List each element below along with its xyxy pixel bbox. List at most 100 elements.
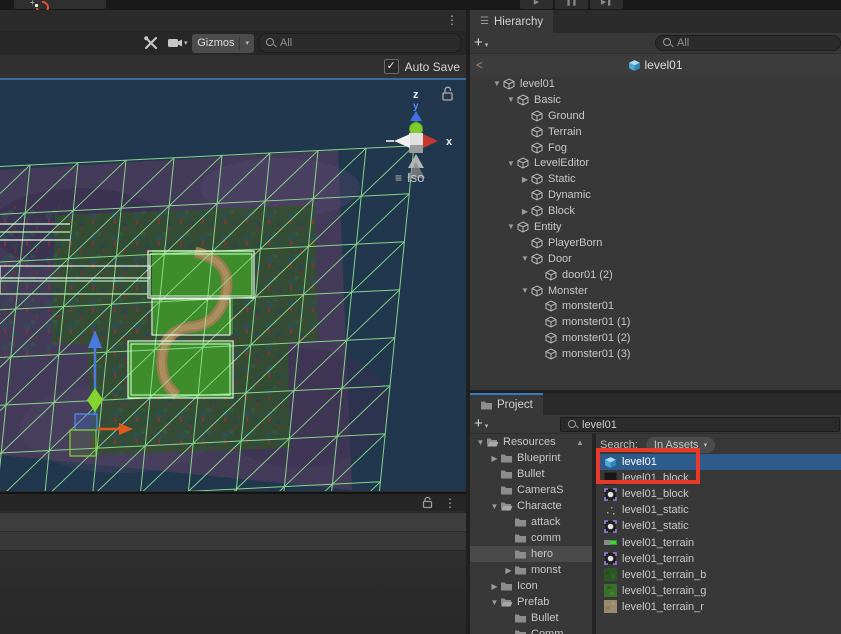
hierarchy-item-door01-2[interactable]: door01 (2) bbox=[470, 267, 841, 283]
step-button[interactable]: ▶❚ bbox=[590, 0, 623, 9]
hierarchy-item-terrain[interactable]: Terrain bbox=[470, 124, 841, 140]
foldout-expanded-icon[interactable]: ▼ bbox=[475, 438, 486, 447]
project-folder-comm[interactable]: Comm bbox=[470, 626, 592, 634]
folder-icon bbox=[514, 548, 528, 560]
folder-label: Bullet bbox=[531, 612, 559, 624]
tab-hierarchy[interactable]: ☰ Hierarchy bbox=[470, 10, 553, 33]
scene-viewport[interactable]: z y x bbox=[0, 78, 466, 491]
project-folder-bullet[interactable]: Bullet bbox=[470, 466, 592, 482]
foldout-collapsed-icon[interactable]: ▶ bbox=[489, 582, 500, 591]
axis-cone-left[interactable] bbox=[394, 134, 410, 148]
hierarchy-item-monster01-2[interactable]: monster01 (2) bbox=[470, 330, 841, 346]
scene-search-field[interactable] bbox=[258, 33, 462, 53]
foldout-expanded-icon[interactable]: ▼ bbox=[519, 254, 531, 263]
camera-view-button[interactable]: ▾ bbox=[166, 34, 188, 52]
hierarchy-item-static[interactable]: ▶Static bbox=[470, 171, 841, 187]
create-menu-button[interactable]: + ▾ bbox=[474, 36, 488, 50]
hierarchy-item-entity[interactable]: ▼Entity bbox=[470, 219, 841, 235]
foldout-expanded-icon[interactable]: ▼ bbox=[505, 159, 517, 168]
axis-cone-x[interactable] bbox=[423, 134, 438, 148]
project-folder-characte[interactable]: ▼Characte bbox=[470, 498, 592, 514]
foldout-expanded-icon[interactable]: ▼ bbox=[505, 222, 517, 231]
asset-result-level01-static[interactable]: level01_static bbox=[596, 518, 841, 534]
play-button[interactable]: ▶ bbox=[520, 0, 553, 9]
hierarchy-item-door[interactable]: ▼Door bbox=[470, 251, 841, 267]
version-control-button[interactable]: + bbox=[14, 0, 106, 9]
asset-result-level01-terrain-r[interactable]: level01_terrain_r bbox=[596, 599, 841, 615]
hierarchy-item-level01[interactable]: ▼level01 bbox=[470, 76, 841, 92]
project-folder-icon[interactable]: ▶Icon bbox=[470, 578, 592, 594]
asset-result-level01-terrain-b[interactable]: level01_terrain_b bbox=[596, 567, 841, 583]
foldout-expanded-icon[interactable]: ▼ bbox=[489, 502, 500, 511]
panel-menu-icon[interactable]: ⋮ bbox=[446, 14, 458, 26]
project-folder-bullet[interactable]: Bullet bbox=[470, 610, 592, 626]
hierarchy-item-fog[interactable]: Fog bbox=[470, 140, 841, 156]
texture-tan-icon bbox=[604, 600, 619, 613]
project-folder-hero[interactable]: hero bbox=[470, 546, 592, 562]
foldout-collapsed-icon[interactable]: ▶ bbox=[489, 454, 500, 463]
pause-button[interactable]: ❚❚ bbox=[555, 0, 588, 9]
scene-render: z y x bbox=[0, 78, 466, 491]
iso-projection-toggle[interactable]: ≡ Iso bbox=[395, 170, 424, 185]
scroll-up-icon[interactable]: ▲ bbox=[576, 438, 584, 447]
project-search-input[interactable] bbox=[582, 419, 832, 431]
project-folder-blueprint[interactable]: ▶Blueprint bbox=[470, 450, 592, 466]
unlock-icon[interactable] bbox=[422, 496, 434, 509]
foldout-expanded-icon[interactable]: ▼ bbox=[519, 286, 531, 295]
asset-label: level01_terrain bbox=[622, 537, 694, 549]
foldout-collapsed-icon[interactable]: ▶ bbox=[519, 175, 531, 184]
auto-save-checkbox[interactable]: ✓ bbox=[384, 59, 399, 74]
lock-icon[interactable] bbox=[443, 87, 452, 100]
folder-icon bbox=[480, 399, 492, 411]
hierarchy-search-field[interactable] bbox=[655, 35, 841, 51]
folder-label: CameraS bbox=[517, 484, 563, 496]
hierarchy-item-dynamic[interactable]: Dynamic bbox=[470, 187, 841, 203]
scene-panel: ⋮ ▾ Gizmos ▾ bbox=[0, 10, 466, 634]
back-icon[interactable]: < bbox=[476, 58, 483, 72]
project-folder-comm[interactable]: comm bbox=[470, 530, 592, 546]
folder-icon bbox=[514, 628, 528, 634]
hierarchy-item-block[interactable]: ▶Block bbox=[470, 203, 841, 219]
panel-menu-icon[interactable]: ⋮ bbox=[444, 497, 456, 509]
hierarchy-item-leveleditor[interactable]: ▼LevelEditor bbox=[470, 155, 841, 171]
foldout-expanded-icon[interactable]: ▼ bbox=[505, 95, 517, 104]
hierarchy-item-basic[interactable]: ▼Basic bbox=[470, 92, 841, 108]
collapsed-row-2[interactable] bbox=[0, 532, 466, 551]
project-folder-attack[interactable]: attack bbox=[470, 514, 592, 530]
foldout-collapsed-icon[interactable]: ▶ bbox=[519, 207, 531, 216]
hierarchy-item-monster01-3[interactable]: monster01 (3) bbox=[470, 346, 841, 362]
asset-result-level01-block[interactable]: level01_block bbox=[596, 486, 841, 502]
item-label: monster01 (3) bbox=[562, 348, 630, 360]
project-folder-monst[interactable]: ▶monst bbox=[470, 562, 592, 578]
orientation-gizmo[interactable]: z y x bbox=[386, 89, 453, 178]
project-folder-cameras[interactable]: CameraS bbox=[470, 482, 592, 498]
prefab-variant-icon bbox=[604, 552, 619, 565]
foldout-expanded-icon[interactable]: ▼ bbox=[489, 598, 500, 607]
item-label: Ground bbox=[548, 110, 585, 122]
create-asset-button[interactable]: + ▾ bbox=[474, 417, 488, 431]
project-folder-prefab[interactable]: ▼Prefab bbox=[470, 594, 592, 610]
tools-overlay-icon[interactable] bbox=[140, 34, 162, 52]
collapsed-row-1[interactable] bbox=[0, 513, 466, 532]
scene-search-input[interactable] bbox=[280, 37, 454, 49]
foldout-expanded-icon[interactable]: ▼ bbox=[491, 79, 503, 88]
hierarchy-item-monster[interactable]: ▼Monster bbox=[470, 283, 841, 299]
gizmos-dropdown[interactable]: Gizmos ▾ bbox=[192, 34, 254, 53]
foldout-collapsed-icon[interactable]: ▶ bbox=[503, 566, 514, 575]
hierarchy-item-playerborn[interactable]: PlayerBorn bbox=[470, 235, 841, 251]
hierarchy-item-monster01[interactable]: monster01 bbox=[470, 298, 841, 314]
item-label: monster01 bbox=[562, 300, 614, 312]
asset-result-level01-static[interactable]: level01_static bbox=[596, 502, 841, 518]
project-search-field[interactable] bbox=[560, 417, 840, 432]
asset-result-level01-terrain-g[interactable]: level01_terrain_g bbox=[596, 583, 841, 599]
asset-result-level01-terrain[interactable]: level01_terrain bbox=[596, 534, 841, 550]
axis-y-label: y bbox=[413, 101, 419, 112]
asset-result-level01-terrain[interactable]: level01_terrain bbox=[596, 551, 841, 567]
hierarchy-item-ground[interactable]: Ground bbox=[470, 108, 841, 124]
breadcrumb[interactable]: level01 bbox=[628, 58, 682, 72]
hierarchy-item-monster01-1[interactable]: monster01 (1) bbox=[470, 314, 841, 330]
project-folder-resources[interactable]: ▼Resources bbox=[470, 434, 592, 450]
tab-project[interactable]: Project bbox=[470, 393, 543, 415]
hierarchy-search-input[interactable] bbox=[677, 37, 833, 49]
asset-label: level01_static bbox=[622, 504, 689, 516]
